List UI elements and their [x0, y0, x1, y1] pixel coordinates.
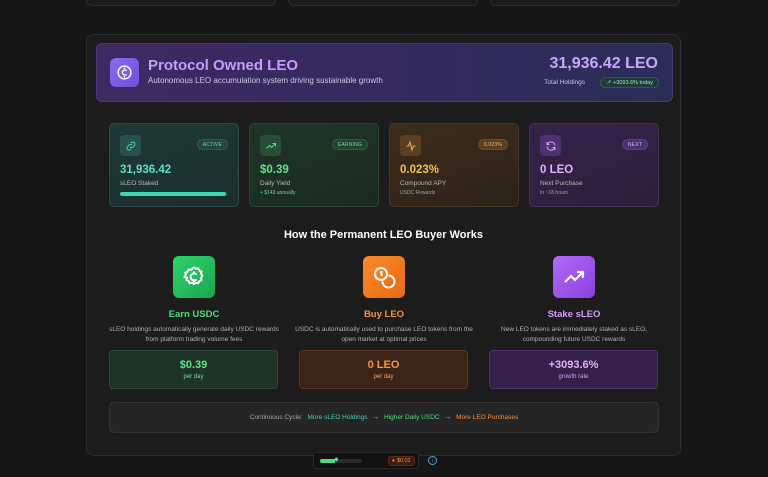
step-box-value: $0.39 — [179, 359, 208, 371]
stat-value: 0.023% — [400, 164, 440, 176]
change-badge: ↗ +3093.6% today — [600, 77, 659, 88]
usdc-coin-icon — [173, 256, 215, 298]
step-desc-earn-usdc: sLEO holdings automatically generate dai… — [109, 326, 279, 343]
continuous-cycle-bar: Continuous Cycle: More sLEO Holdings → H… — [109, 402, 659, 433]
step-title-buy-leo: Buy LEO — [363, 309, 405, 320]
protocol-owned-leo-panel: Protocol Owned LEO Autonomous LEO accumu… — [86, 34, 681, 456]
arrow-up-right-icon: ↗ — [606, 79, 612, 86]
step-box-value: +3093.6% — [548, 359, 599, 371]
stat-label: Next Purchase — [540, 180, 583, 187]
stat-sub: In ~18 hours — [540, 190, 568, 196]
trending-up-icon — [260, 135, 281, 156]
stat-card-sleo-staked: ACTIVE 31,936.42 sLEO Staked — [109, 123, 239, 207]
bottom-progress-track — [320, 459, 362, 463]
hero-banner: Protocol Owned LEO Autonomous LEO accumu… — [96, 43, 673, 102]
cycle-item: Higher Daily USDC — [383, 414, 440, 421]
stat-card-next-purchase: NEXT 0 LEO Next Purchase In ~18 hours — [529, 123, 659, 207]
card-stub-left — [86, 0, 276, 6]
refresh-icon — [540, 135, 561, 156]
step-box-buy-leo: 0 LEO per day — [299, 350, 468, 389]
total-holdings-value: 31,936.42 LEO — [549, 55, 658, 72]
stat-label: Compound APY — [400, 180, 447, 187]
link-icon — [120, 135, 141, 156]
card-stub-right — [490, 0, 680, 6]
total-holdings-label: Total Holdings — [544, 79, 585, 86]
info-icon[interactable]: i — [428, 456, 437, 465]
card-stub-middle — [288, 0, 478, 6]
staked-progress-fill — [120, 192, 226, 196]
section-title: How the Permanent LEO Buyer Works — [283, 229, 484, 241]
stat-sub: + $143 annually — [260, 190, 296, 196]
stat-value: $0.39 — [260, 164, 289, 176]
step-box-value: 0 LEO — [367, 359, 400, 371]
stat-card-daily-yield: EARNING $0.39 Daily Yield + $143 annuall… — [249, 123, 379, 207]
stat-card-compound-apy: 0.023% 0.023% Compound APY USDC Rewards — [389, 123, 519, 207]
stat-sub: USDC Rewards — [400, 190, 436, 196]
change-badge-text: +3093.6% today — [613, 79, 653, 86]
usdc-coin-icon — [110, 58, 139, 87]
hero-title: Protocol Owned LEO — [148, 57, 299, 74]
stat-label: sLEO Staked — [120, 180, 159, 187]
stat-value: 31,936.42 — [120, 164, 172, 176]
stat-value: 0 LEO — [540, 164, 574, 176]
arrow-right-icon: → — [444, 414, 452, 421]
step-box-sub: growth rate — [558, 374, 589, 380]
step-box-sub: per day — [183, 374, 204, 380]
status-badge: 0.023% — [477, 139, 508, 150]
activity-icon — [400, 135, 421, 156]
price-text: $0.02 — [396, 458, 411, 464]
trending-up-icon — [553, 256, 595, 298]
step-title-stake-sleo: Stake sLEO — [547, 309, 601, 320]
gem-icon: ♦ — [392, 458, 395, 464]
step-box-earn-usdc: $0.39 per day — [109, 350, 278, 389]
hero-subtitle: Autonomous LEO accumulation system drivi… — [148, 76, 383, 85]
step-desc-stake-sleo: New LEO tokens are immediately staked as… — [501, 326, 647, 343]
cycle-label: Continuous Cycle: — [249, 414, 303, 421]
staked-progress-bar — [120, 192, 228, 196]
status-badge: NEXT — [621, 139, 648, 150]
bottom-status-bar[interactable]: ◆ ♦ $0.02 — [313, 452, 419, 469]
stat-label: Daily Yield — [260, 180, 291, 187]
bottom-progress-fill — [320, 459, 335, 463]
arrow-right-icon: → — [372, 414, 379, 421]
step-box-sub: per day — [373, 374, 394, 380]
cycle-item: More LEO Purchases — [456, 414, 519, 421]
price-badge[interactable]: ♦ $0.02 — [388, 456, 415, 466]
coins-icon — [363, 256, 405, 298]
droplet-icon: ◆ — [334, 457, 339, 463]
step-desc-buy-leo: USDC is automatically used to purchase L… — [295, 326, 473, 343]
status-badge: EARNING — [331, 139, 368, 150]
cycle-item: More sLEO Holdings — [307, 414, 368, 421]
step-title-earn-usdc: Earn USDC — [168, 309, 220, 320]
status-badge: ACTIVE — [196, 139, 228, 150]
step-box-stake-sleo: +3093.6% growth rate — [489, 350, 658, 389]
